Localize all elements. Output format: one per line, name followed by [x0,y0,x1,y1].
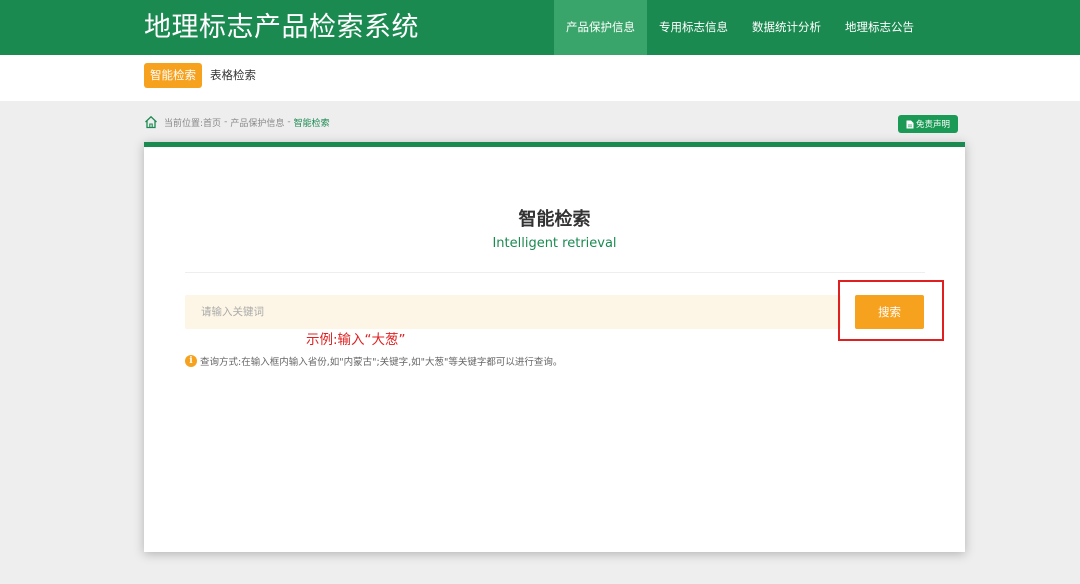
tab-table-search[interactable]: 表格检索 [210,63,256,88]
page-subtitle: Intelligent retrieval [492,236,617,251]
breadcrumb-product-protection[interactable]: 产品保护信息 [230,116,284,129]
document-icon [906,120,914,128]
tab-smart-search[interactable]: 智能检索 [144,63,202,88]
nav-item-product-protection[interactable]: 产品保护信息 [554,0,647,55]
sub-nav: 智能检索 表格检索 [0,55,1080,101]
breadcrumb: 当前位置: 首页 - 产品保护信息 - 智能检索 [144,113,330,131]
top-header: 地理标志产品检索系统 产品保护信息 专用标志信息 数据统计分析 地理标志公告 [0,0,1080,55]
nav-item-announcement[interactable]: 地理标志公告 [833,0,926,55]
breadcrumb-separator: - [224,117,228,127]
nav-item-statistics[interactable]: 数据统计分析 [740,0,833,55]
annotation-example-text: 示例:输入“大葱” [306,332,406,348]
divider [185,272,925,273]
info-icon: i [185,355,197,367]
main-nav: 产品保护信息 专用标志信息 数据统计分析 地理标志公告 [554,0,926,55]
search-card: 智能检索 Intelligent retrieval 搜索 示例:输入“大葱” … [144,142,965,552]
search-input[interactable] [185,295,841,329]
search-hint: i 查询方式:在输入框内输入省份,如"内蒙古";关键字,如"大葱"等关键字都可以… [185,354,562,368]
site-title: 地理标志产品检索系统 [144,12,419,43]
nav-item-special-mark[interactable]: 专用标志信息 [647,0,740,55]
breadcrumb-home[interactable]: 首页 [203,116,221,129]
page-title: 智能检索 [518,209,591,230]
disclaimer-button[interactable]: 免责声明 [898,115,958,133]
breadcrumb-separator: - [287,117,291,127]
search-hint-text: 查询方式:在输入框内输入省份,如"内蒙古";关键字,如"大葱"等关键字都可以进行… [200,357,563,368]
search-button[interactable]: 搜索 [855,295,924,329]
disclaimer-label: 免责声明 [915,120,950,130]
breadcrumb-current: 智能检索 [293,118,330,129]
home-icon[interactable] [144,115,158,129]
breadcrumb-prefix: 当前位置: [164,118,204,129]
